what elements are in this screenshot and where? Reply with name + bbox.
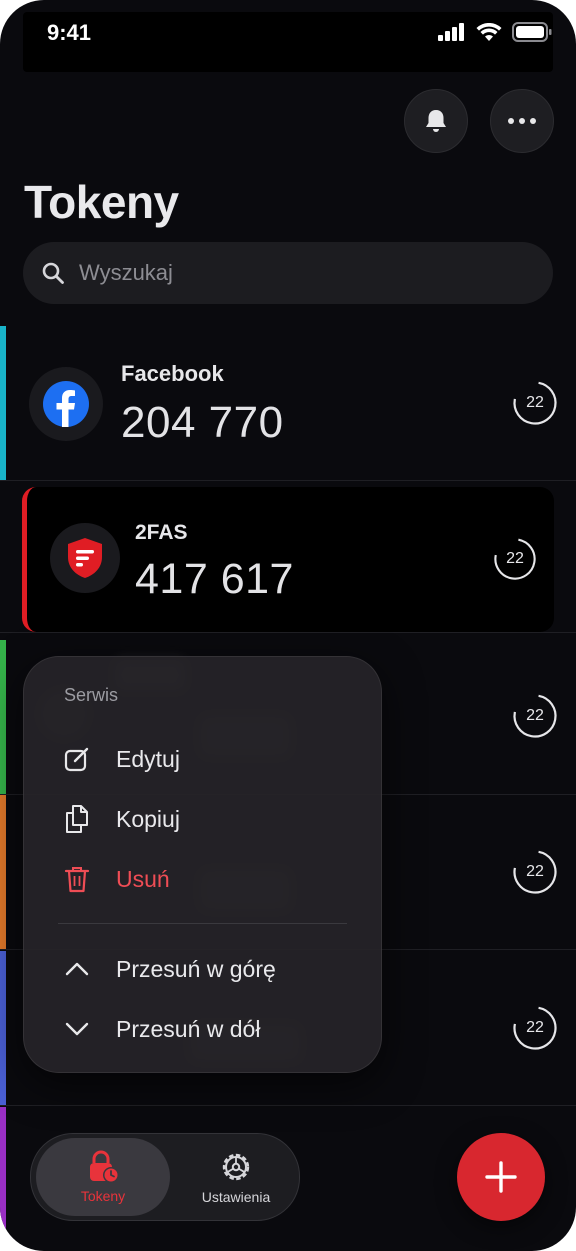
row-divider <box>0 480 576 481</box>
facebook-logo <box>29 367 103 441</box>
token-service-name: Facebook <box>121 361 224 386</box>
token-code[interactable]: 204 770 <box>121 398 284 448</box>
menu-item-label: Kopiuj <box>116 805 180 832</box>
wifi-icon <box>476 22 502 41</box>
bell-icon <box>426 110 446 132</box>
2fas-icon <box>68 538 102 578</box>
token-accent-bar <box>0 640 6 795</box>
tab-tokens[interactable]: Tokeny <box>36 1138 170 1216</box>
timer-seconds: 22 <box>526 1019 544 1036</box>
tab-label: Tokeny <box>80 1188 126 1204</box>
trash-icon <box>64 862 98 896</box>
cellular-signal-icon <box>438 23 464 41</box>
plus-icon <box>485 1161 517 1193</box>
row-divider <box>0 1105 576 1106</box>
chevron-down-icon <box>64 1012 98 1046</box>
status-time: 9:41 <box>47 20 92 45</box>
phone-screen: 9:41 Tokeny Wyszukaj Facebook 204 770 22… <box>0 0 576 1251</box>
gear-icon <box>222 1153 250 1181</box>
menu-item-label: Usuń <box>116 865 170 892</box>
search-bar[interactable] <box>23 242 553 304</box>
page-title: Tokeny <box>24 176 179 228</box>
tab-bar: Tokeny Ustawienia <box>30 1133 300 1221</box>
edit-icon <box>64 742 98 776</box>
copy-icon <box>64 802 98 836</box>
menu-item-label: Przesuń w górę <box>116 955 276 982</box>
menu-item-move-up[interactable]: Przesuń w górę <box>64 949 276 989</box>
token-service-name: 2FAS <box>135 521 188 544</box>
chevron-up-icon <box>64 952 98 986</box>
token-code[interactable]: 417 617 <box>135 555 294 604</box>
add-token-button[interactable] <box>457 1133 545 1221</box>
countdown-timer: 22 <box>512 1005 558 1051</box>
countdown-timer: 22 <box>512 380 558 426</box>
context-menu-header: Serwis <box>64 685 119 705</box>
notifications-button[interactable] <box>404 89 468 153</box>
menu-item-delete[interactable]: Usuń <box>64 859 170 899</box>
timer-seconds: 22 <box>526 394 544 411</box>
context-menu: Serwis Edytuj Kopiuj Usuń Przesuń w górę… <box>23 656 382 1073</box>
more-icon <box>508 118 536 124</box>
tab-label: Ustawienia <box>201 1189 271 1205</box>
menu-item-label: Edytuj <box>116 745 180 772</box>
battery-icon <box>512 22 552 42</box>
lock-clock-icon <box>90 1150 119 1183</box>
menu-divider <box>58 923 347 924</box>
countdown-timer: 22 <box>512 849 558 895</box>
token-row-facebook[interactable]: Facebook 204 770 22 <box>0 326 576 481</box>
status-bar <box>23 12 553 72</box>
countdown-timer: 22 <box>512 693 558 739</box>
timer-seconds: 22 <box>506 550 524 567</box>
countdown-timer: 22 <box>493 537 537 581</box>
search-icon <box>42 262 64 284</box>
facebook-icon <box>43 381 89 427</box>
menu-item-label: Przesuń w dół <box>116 1015 261 1042</box>
timer-seconds: 22 <box>526 863 544 880</box>
more-options-button[interactable] <box>490 89 554 153</box>
token-accent-bar <box>0 1107 6 1251</box>
menu-item-edit[interactable]: Edytuj <box>64 739 180 779</box>
token-accent-bar <box>0 951 6 1106</box>
menu-item-copy[interactable]: Kopiuj <box>64 799 180 839</box>
row-divider <box>0 632 576 633</box>
tab-settings[interactable]: Ustawienia <box>179 1138 293 1216</box>
timer-seconds: 22 <box>526 707 544 724</box>
2fas-logo <box>50 523 120 593</box>
status-icons <box>438 22 552 42</box>
token-row-2fas[interactable]: 2FAS 417 617 22 <box>22 487 554 632</box>
menu-item-move-down[interactable]: Przesuń w dół <box>64 1009 260 1049</box>
token-accent-bar <box>0 326 6 481</box>
token-accent-bar <box>0 795 6 950</box>
search-input[interactable] <box>77 259 501 287</box>
